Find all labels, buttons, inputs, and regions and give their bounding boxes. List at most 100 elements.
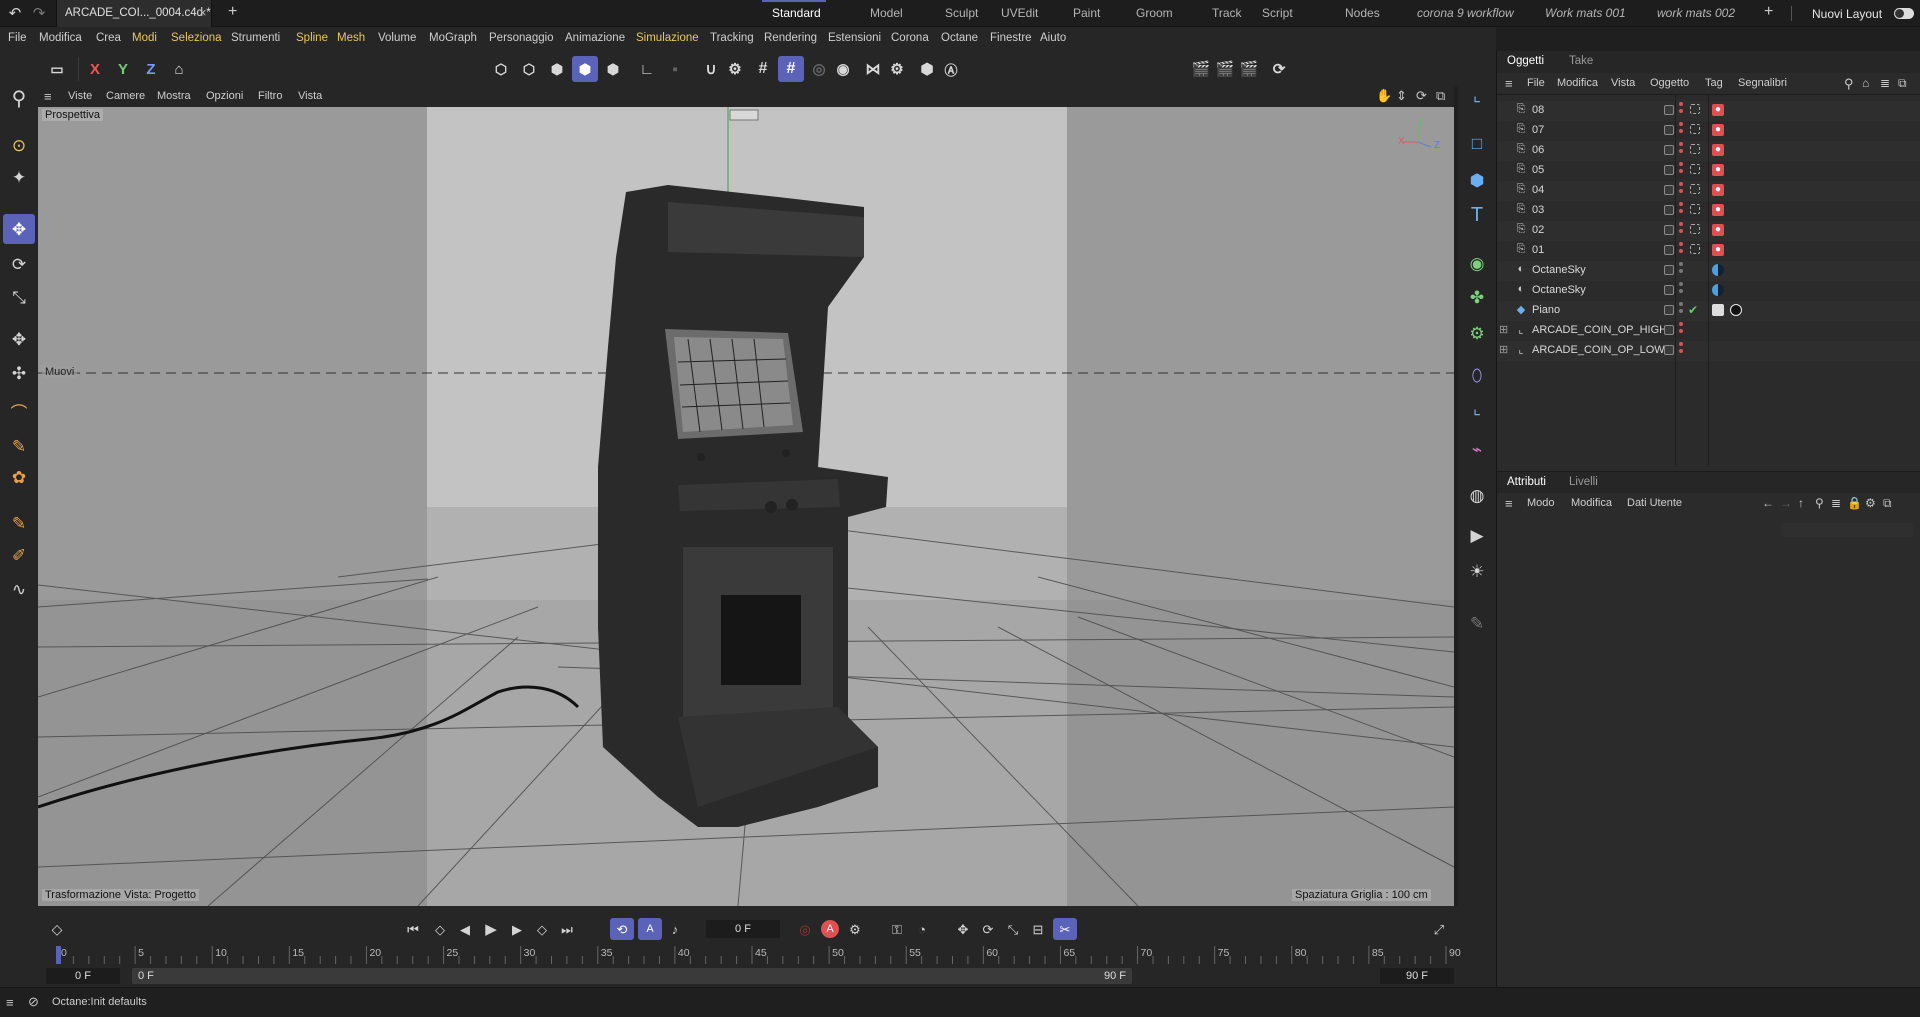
position-key-icon[interactable]: ✥: [954, 920, 972, 938]
protection-tag-icon[interactable]: [1690, 244, 1700, 254]
go-to-start-icon[interactable]: ⏮: [404, 920, 422, 938]
viewport-menu-item[interactable]: Mostra: [157, 90, 191, 102]
layout-tab[interactable]: corona 9 workflow: [1417, 6, 1514, 20]
hamburger-icon[interactable]: ≡: [44, 89, 52, 104]
document-tab[interactable]: ARCADE_COI..._0004.c4d * ×: [56, 0, 212, 27]
viewport-menu-item[interactable]: Filtro: [258, 90, 282, 102]
cube-create-icon[interactable]: □: [1465, 131, 1489, 155]
layout-tab[interactable]: Groom: [1136, 6, 1173, 20]
menu-item[interactable]: Rendering: [764, 32, 817, 44]
layout-tab[interactable]: Sculpt: [945, 6, 978, 20]
new-layout-label[interactable]: Nuovi Layout: [1812, 7, 1882, 21]
menu-item[interactable]: Corona: [891, 32, 929, 44]
protection-tag-icon[interactable]: [1690, 104, 1700, 114]
polygons-mode-icon[interactable]: ⬢: [544, 56, 570, 82]
visibility-checkbox[interactable]: [1664, 145, 1674, 155]
menu-item[interactable]: Personaggio: [489, 32, 554, 44]
visibility-dots[interactable]: [1679, 102, 1683, 118]
panel-menu-item[interactable]: Modifica: [1571, 497, 1612, 509]
panel-menu-item[interactable]: Dati Utente: [1627, 497, 1682, 509]
magnet-tool-icon[interactable]: ⌒: [7, 401, 31, 425]
check-icon[interactable]: ✔: [1688, 303, 1698, 317]
rotate-tool-icon[interactable]: ⟳: [7, 252, 31, 276]
panel-tab[interactable]: Oggetti: [1507, 55, 1544, 67]
viewport-menu-item[interactable]: Camere: [106, 90, 145, 102]
model-mode-icon[interactable]: ⬢: [572, 56, 598, 82]
visibility-checkbox[interactable]: [1664, 125, 1674, 135]
scale-tool-icon[interactable]: ⤡: [7, 285, 31, 309]
visibility-checkbox[interactable]: [1664, 165, 1674, 175]
viewport-menu-item[interactable]: Vista: [298, 90, 322, 102]
texture-tag-icon[interactable]: [1712, 304, 1724, 316]
protection-tag-icon[interactable]: [1690, 224, 1700, 234]
uv-mode-icon[interactable]: ⬢: [600, 56, 626, 82]
menu-item[interactable]: Tracking: [710, 32, 754, 44]
visibility-checkbox[interactable]: [1664, 325, 1674, 335]
menu-item[interactable]: Animazione: [565, 32, 625, 44]
expand-icon[interactable]: ⊞: [1499, 323, 1508, 336]
visibility-dots[interactable]: [1679, 202, 1683, 218]
render-picture-viewer-icon[interactable]: 🎬: [1212, 56, 1238, 82]
workplane-grid-icon[interactable]: #: [750, 56, 776, 82]
texture-mode-icon[interactable]: ▪: [662, 56, 688, 82]
current-frame-field[interactable]: 0 F: [706, 920, 780, 938]
layout-tab[interactable]: Paint: [1073, 6, 1100, 20]
axis-z-button[interactable]: Z: [138, 56, 164, 82]
range-end-field[interactable]: 90 F: [1380, 968, 1454, 984]
parameter-key-icon[interactable]: ⊟: [1029, 920, 1047, 938]
keyframe-diamond-icon[interactable]: ◇: [48, 920, 66, 938]
viewport-menu-item[interactable]: Opzioni: [206, 90, 243, 102]
panel-menu-item[interactable]: Oggetto: [1650, 77, 1689, 89]
settings-icon[interactable]: ⚙: [1865, 496, 1876, 510]
visibility-dots[interactable]: [1679, 242, 1683, 258]
visibility-dots[interactable]: [1679, 222, 1683, 238]
menu-item[interactable]: MoGraph: [429, 32, 477, 44]
selection-tool-icon[interactable]: ⊙: [7, 133, 31, 157]
visibility-checkbox[interactable]: [1664, 265, 1674, 275]
visibility-checkbox[interactable]: [1664, 185, 1674, 195]
layout-tab[interactable]: Track: [1212, 6, 1242, 20]
range-start-field[interactable]: 0 F: [46, 968, 120, 984]
keyframe-timing-icon[interactable]: ◔: [913, 920, 931, 938]
visibility-dots[interactable]: [1679, 122, 1683, 138]
layout-toggle[interactable]: [1894, 8, 1914, 19]
go-to-end-icon[interactable]: ⏭: [558, 920, 576, 938]
snap-settings-icon[interactable]: ⚙: [722, 56, 748, 82]
record-button[interactable]: A: [821, 920, 839, 938]
octane-light-icon[interactable]: ☀: [1465, 559, 1489, 583]
filter-icon[interactable]: ≣: [1831, 496, 1841, 510]
pan-icon[interactable]: ✋: [1376, 88, 1392, 104]
field-icon[interactable]: ⬯: [1465, 363, 1489, 387]
back-arrow-icon[interactable]: ←: [1762, 496, 1774, 510]
visibility-dots[interactable]: [1679, 282, 1683, 298]
menu-item[interactable]: Spline: [296, 32, 328, 44]
protection-tag-icon[interactable]: [1690, 184, 1700, 194]
camera-tag-icon[interactable]: ●: [1712, 184, 1724, 196]
3d-viewport[interactable]: X Y Z Prospettiva Muovi Trasformazione V…: [38, 107, 1454, 906]
camera-tag-icon[interactable]: ●: [1712, 224, 1724, 236]
previous-key-icon[interactable]: ◇: [431, 920, 449, 938]
new-window-icon[interactable]: ⧉: [1883, 496, 1892, 511]
panel-tab[interactable]: Take: [1569, 55, 1593, 67]
transform-tool-icon[interactable]: ✥: [7, 327, 31, 351]
camera-label[interactable]: Prospettiva: [42, 109, 104, 121]
camera-tag-icon[interactable]: ●: [1712, 124, 1724, 136]
visibility-dots[interactable]: [1679, 142, 1683, 158]
visibility-dots[interactable]: [1679, 302, 1683, 318]
menu-item[interactable]: Simulazione: [636, 32, 699, 44]
spline-create-icon[interactable]: ⌁: [1465, 437, 1489, 461]
timeline-ruler[interactable]: 0 5 10 15 20 25 30 35 40 45 50 55 60 65 70 75 80 85 90: [48, 946, 1461, 964]
menu-item[interactable]: Mesh: [337, 32, 365, 44]
menu-item[interactable]: Estensioni: [828, 32, 881, 44]
menu-item[interactable]: Octane: [941, 32, 978, 44]
redo-icon[interactable]: ↷: [30, 4, 48, 22]
layout-tab[interactable]: UVEdit: [1001, 6, 1038, 20]
scene-icon[interactable]: ⌞: [1465, 396, 1489, 420]
brush-tool-icon[interactable]: ✎: [7, 511, 31, 535]
close-tab-icon[interactable]: ×: [199, 5, 207, 20]
add-tab-button[interactable]: +: [228, 3, 237, 21]
search-icon[interactable]: ⚲: [1815, 496, 1824, 510]
mirror-icon[interactable]: ⋈: [860, 56, 886, 82]
menu-item[interactable]: Seleziona: [171, 32, 222, 44]
panel-menu-item[interactable]: Tag: [1705, 77, 1723, 89]
